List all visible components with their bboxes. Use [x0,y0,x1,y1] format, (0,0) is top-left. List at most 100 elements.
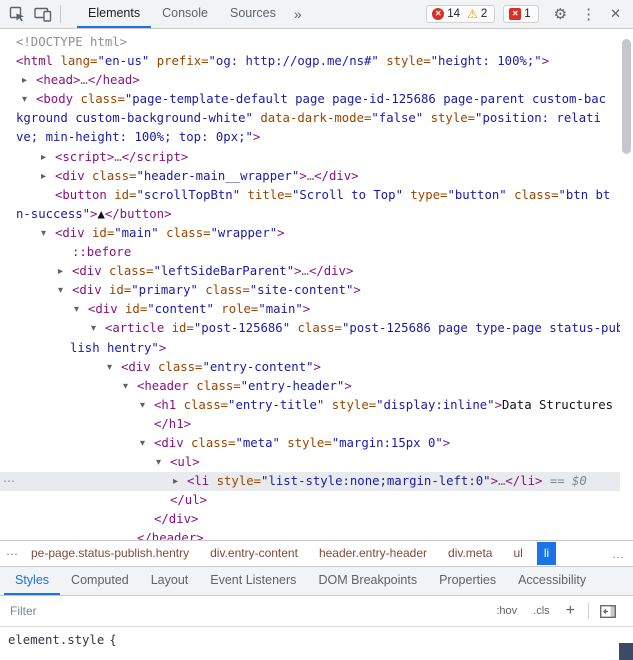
collapse-arrow-icon[interactable]: ▾ [74,300,79,319]
collapse-arrow-icon[interactable]: ▾ [107,358,112,377]
tab-layout[interactable]: Layout [140,567,200,595]
code-tag: > [353,283,360,297]
code-attr: style= [386,54,430,68]
collapse-arrow-icon[interactable]: ▾ [123,377,128,396]
dom-node-line[interactable]: <button id="scrollTopBtn" title="Scroll … [0,186,620,205]
code-tag: </div> [154,512,198,526]
node-menu-icon[interactable]: ⋯ [3,472,14,491]
dom-node-line[interactable]: n-success">▲</button> [0,205,620,224]
dom-node-line[interactable]: </ul> [0,491,620,510]
dom-node-line[interactable]: ▾<div id="main" class="wrapper"> [0,224,620,243]
style-rule-selector[interactable]: element.style [8,633,104,647]
dom-node-line[interactable]: ▾<div id="content" role="main"> [0,300,620,319]
code-attr: id= [92,226,114,240]
more-tabs-button[interactable]: » [287,6,309,22]
collapse-arrow-icon[interactable]: ▾ [140,396,145,415]
dom-node-line[interactable]: ▸<head>…</head> [0,71,620,90]
dom-node-line[interactable]: ▾<ul> [0,453,620,472]
expand-arrow-icon[interactable]: ▸ [41,167,46,186]
code-pln [102,283,109,297]
dom-tree-scrollbar[interactable] [621,31,632,538]
tab-elements[interactable]: Elements [77,0,151,28]
expand-arrow-icon[interactable]: ▸ [58,262,63,281]
new-style-rule-button[interactable]: + [566,603,575,619]
code-val: "entry-content" [202,360,313,374]
dom-node-line[interactable]: ⋯▸<li style="list-style:none;margin-left… [0,472,620,491]
dom-node-line[interactable]: <html lang="en-us" prefix="og: http://og… [0,52,620,71]
tab-dom-breakpoints[interactable]: DOM Breakpoints [307,567,428,595]
settings-gear-icon[interactable]: ⚙ [554,5,567,23]
dom-node-line[interactable]: lish hentry"> [0,339,620,358]
tab-sources[interactable]: Sources [219,0,287,28]
code-ell: … [302,264,309,278]
dom-node-line[interactable]: ▾<article id="post-125686" class="post-1… [0,319,620,338]
dom-node-line[interactable]: ▸<div class="leftSideBarParent">…</div> [0,262,620,281]
warning-icon: ⚠ [467,8,478,20]
breadcrumb-item[interactable]: pe-page.status-publish.hentry [24,542,196,565]
dom-node-line[interactable]: ▾<h1 class="entry-title" style="display:… [0,396,620,415]
breadcrumb-item[interactable]: li [537,542,556,565]
code-tag: > [491,474,498,488]
dom-node-line[interactable]: ▾<header class="entry-header"> [0,377,620,396]
code-pln [151,360,158,374]
dom-node-line[interactable]: kground custom-background-white" data-da… [0,109,620,128]
dom-node-line[interactable]: <!DOCTYPE html> [0,33,620,52]
code-val: "primary" [131,283,198,297]
code-tag: <div [72,283,102,297]
collapse-arrow-icon[interactable]: ▾ [58,281,63,300]
breadcrumb-item[interactable]: div.entry-content [203,542,305,565]
code-doc: <!DOCTYPE html> [16,35,127,49]
dom-node-line[interactable]: </div> [0,510,620,529]
code-attr: class= [184,398,228,412]
error-icon: ✕ [432,8,444,20]
scrollbar-thumb[interactable] [622,39,631,154]
code-val: "leftSideBarParent" [153,264,294,278]
dom-node-line[interactable]: ve; min-height: 100%; top: 0px;"> [0,128,620,147]
collapse-arrow-icon[interactable]: ▾ [156,453,161,472]
expand-arrow-icon[interactable]: ▸ [22,71,27,90]
code-val: "wrapper" [211,226,278,240]
tab-event-listeners[interactable]: Event Listeners [199,567,307,595]
inspect-element-button[interactable] [4,1,30,27]
device-toolbar-button[interactable] [30,1,56,27]
dom-node-line[interactable]: ▸<script>…</script> [0,148,620,167]
collapse-arrow-icon[interactable]: ▾ [22,90,27,109]
code-attr: class= [514,188,558,202]
styles-filter-input[interactable] [8,603,488,619]
code-attr: style= [217,474,261,488]
code-attr: class= [80,92,124,106]
tab-properties[interactable]: Properties [428,567,507,595]
dom-node-line[interactable]: ▾<div id="primary" class="site-content"> [0,281,620,300]
breadcrumb-item[interactable]: div.meta [441,542,499,565]
dom-node-line[interactable]: ▸<div class="header-main__wrapper">…</di… [0,167,620,186]
element-classes-button[interactable]: .cls [533,605,550,617]
expand-arrow-icon[interactable]: ▸ [41,148,46,167]
collapse-arrow-icon[interactable]: ▾ [91,319,96,338]
code-val: "list-style:none;margin-left:0" [261,474,491,488]
close-icon[interactable]: ✕ [610,6,621,22]
tab-computed[interactable]: Computed [60,567,140,595]
collapse-arrow-icon[interactable]: ▾ [41,224,46,243]
dom-node-line[interactable]: </header> [0,529,620,540]
toggle-element-state-button[interactable]: :hov [496,605,517,617]
tab-styles[interactable]: Styles [4,567,60,595]
breadcrumb-left-overflow[interactable]: ⋯ [0,547,24,561]
dom-node-line[interactable]: ::before [0,243,620,262]
dom-node-line[interactable]: ▾<body class="page-template-default page… [0,90,620,109]
breadcrumb-item[interactable]: header.entry-header [312,542,434,565]
expand-arrow-icon[interactable]: ▸ [173,472,178,491]
code-tag: > [542,54,549,68]
breadcrumb-right-overflow[interactable]: … [606,547,633,561]
toggle-sidebar-icon[interactable] [600,605,616,618]
dom-node-line[interactable]: </h1> [0,415,620,434]
breadcrumb-item[interactable]: ul [506,542,529,565]
console-errors-badge[interactable]: ✕ 14 ⚠ 2 [426,5,495,23]
dom-node-line[interactable]: ▾<div class="entry-content"> [0,358,620,377]
dom-node-line[interactable]: ▾<div class="meta" style="margin:15px 0"… [0,434,620,453]
code-tag: </ul> [170,493,207,507]
more-options-icon[interactable]: ⋮ [581,5,596,23]
tab-accessibility[interactable]: Accessibility [507,567,597,595]
issues-badge[interactable]: ✕ 1 [503,5,538,23]
tab-console[interactable]: Console [151,0,219,28]
collapse-arrow-icon[interactable]: ▾ [140,434,145,453]
